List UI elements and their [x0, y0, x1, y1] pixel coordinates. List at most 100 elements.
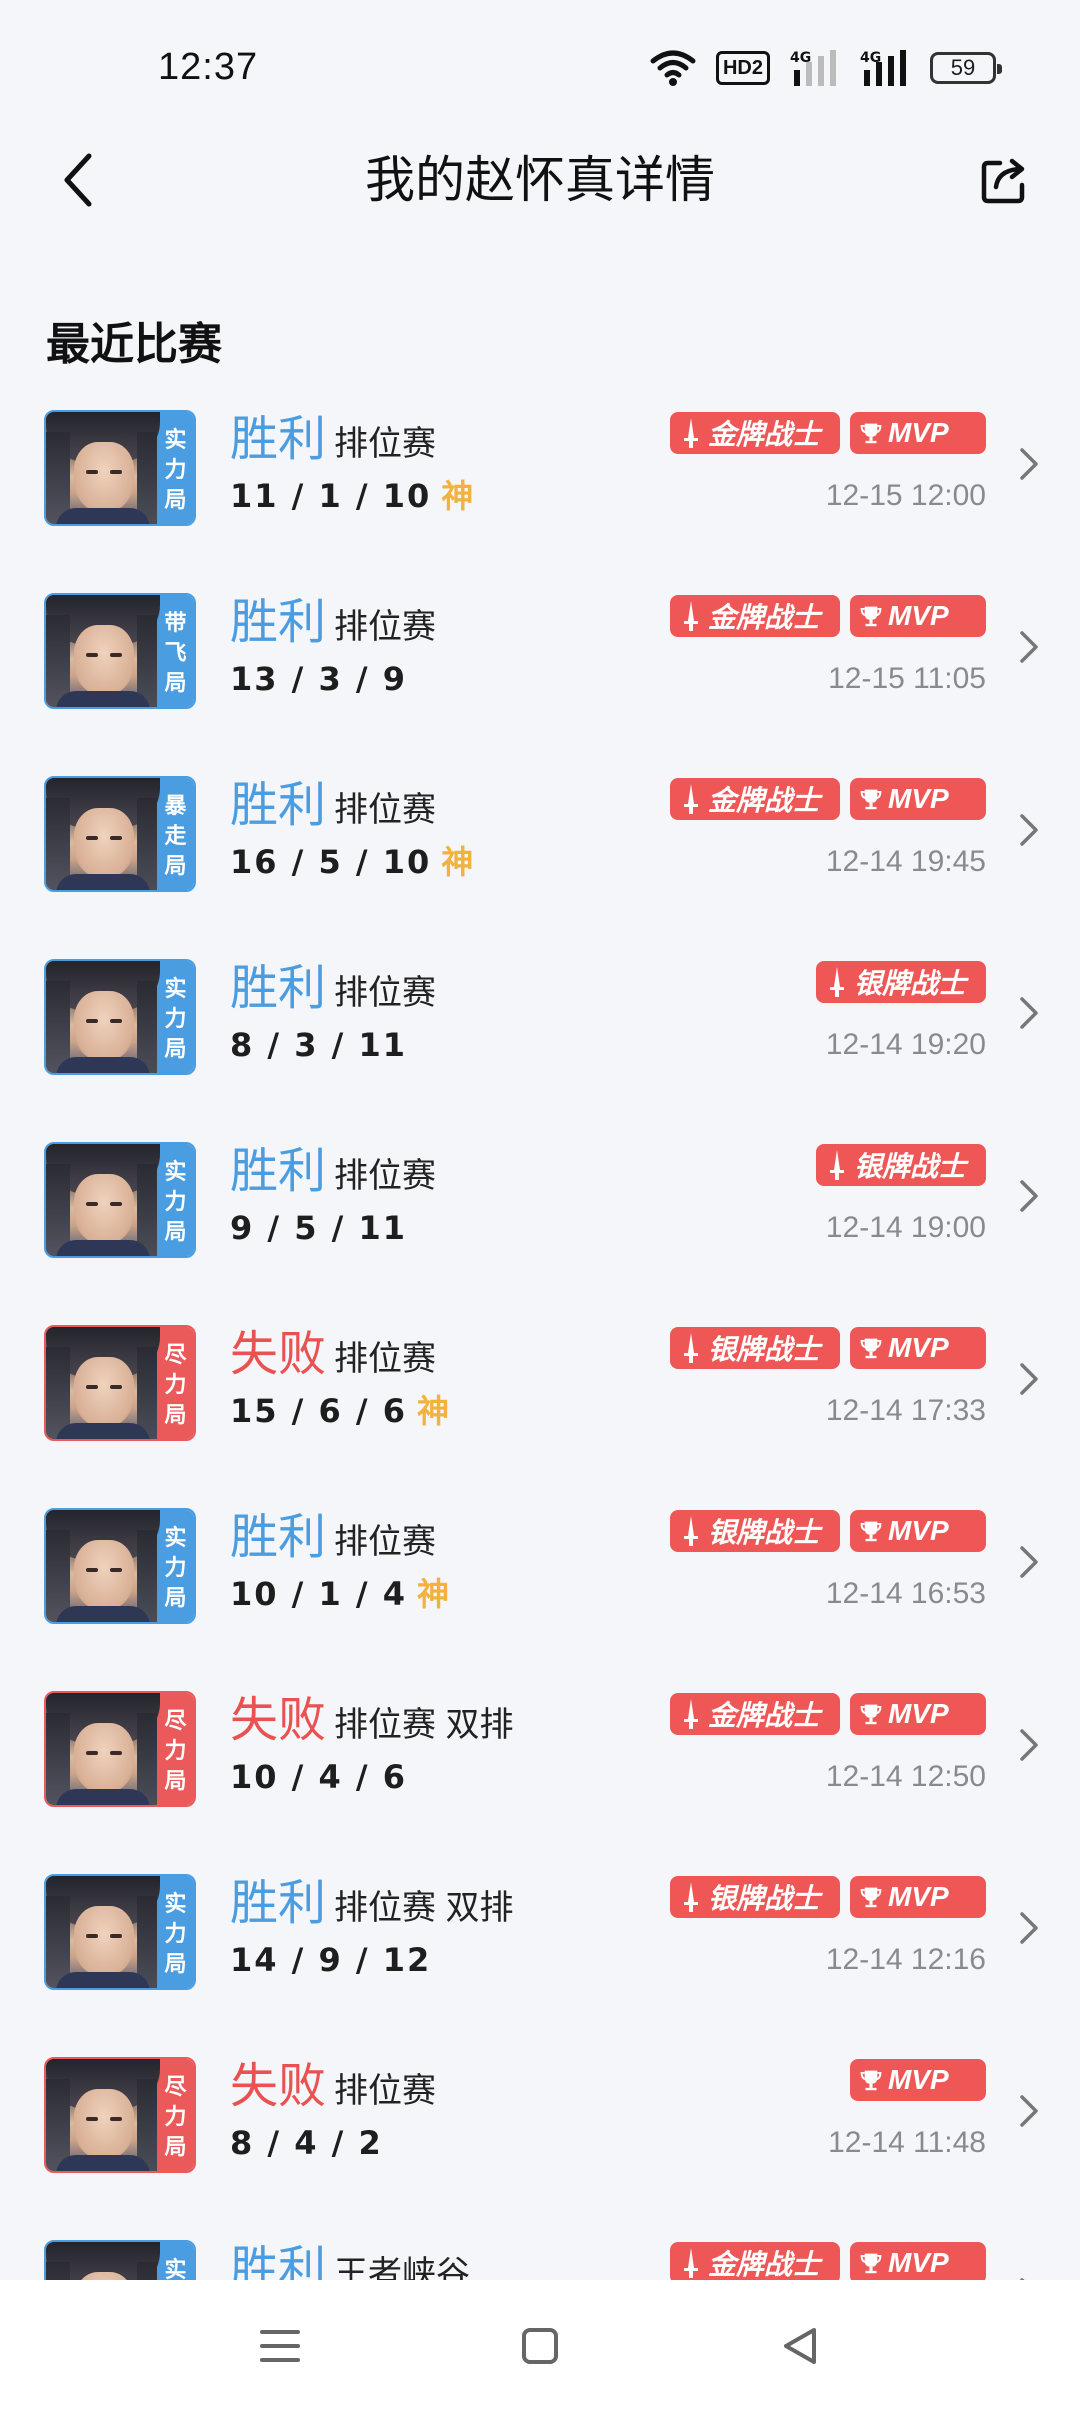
match-time: 12-14 17:33 — [825, 1394, 986, 1427]
match-kda: 8 / 3 / 11 — [230, 1025, 407, 1065]
match-row[interactable]: 实 力 局 胜利 排位赛 9 / 5 / 11 银牌战士 12-14 19:00 — [0, 1132, 1080, 1315]
match-time: 12-14 12:16 — [825, 1943, 986, 1976]
match-badges: 金牌战士 MVP — [670, 2242, 986, 2280]
match-row[interactable]: 实 力 局 胜利 排位赛 8 / 3 / 11 银牌战士 12-14 19:20 — [0, 949, 1080, 1132]
match-badges: 金牌战士 MVP — [670, 778, 986, 820]
kda-value: 8 / 3 / 11 — [230, 1026, 407, 1064]
mvp-badge: MVP — [850, 778, 986, 820]
kda-value: 13 / 3 / 9 — [230, 660, 407, 698]
match-tag-char: 力 — [164, 1921, 187, 1946]
match-tag-char: 局 — [164, 670, 187, 695]
match-row[interactable]: 暴 走 局 胜利 排位赛 16 / 5 / 10 神 金牌战士 MVP 12-14… — [0, 766, 1080, 949]
mvp-badge: MVP — [850, 1876, 986, 1918]
match-tag-char: 局 — [164, 1768, 187, 1793]
match-tag: 实 力 局 — [157, 1876, 194, 1988]
match-row[interactable]: 带 飞 局 胜利 排位赛 13 / 3 / 9 金牌战士 MVP 12-15 1… — [0, 583, 1080, 766]
match-time: 12-15 11:05 — [828, 662, 986, 695]
warrior-badge: 银牌战士 — [670, 1510, 840, 1552]
match-result: 胜利 — [230, 962, 327, 1015]
match-tag: 带 飞 局 — [157, 595, 194, 707]
warrior-badge: 金牌战士 — [670, 1693, 840, 1735]
chevron-right-icon[interactable] — [1014, 1359, 1044, 1399]
match-tag-char: 尽 — [164, 1342, 187, 1367]
chevron-right-icon[interactable] — [1014, 810, 1044, 850]
battery-icon: 59 — [930, 48, 1002, 88]
match-row[interactable]: 尽 力 局 失败 排位赛 双排 10 / 4 / 6 金牌战士 MVP 12-1… — [0, 1681, 1080, 1864]
trophy-icon — [860, 1697, 882, 1731]
match-result: 失败 — [230, 1694, 327, 1747]
kda-value: 9 / 5 / 11 — [230, 1209, 407, 1247]
match-row[interactable]: 实 力 局 胜利 王者峡谷 金牌战士 MVP — [0, 2230, 1080, 2280]
warrior-badge-label: 银牌战士 — [708, 1334, 821, 1365]
match-kda: 13 / 3 / 9 — [230, 659, 407, 699]
warrior-badge-label: 金牌战士 — [708, 1700, 821, 1731]
menu-button[interactable] — [240, 2306, 320, 2386]
match-row[interactable]: 尽 力 局 失败 排位赛 8 / 4 / 2 MVP 12-14 11:48 — [0, 2047, 1080, 2230]
trophy-icon — [860, 782, 882, 816]
warrior-badge: 银牌战士 — [816, 961, 986, 1003]
home-button[interactable] — [500, 2306, 580, 2386]
match-mode: 排位赛 双排 — [334, 1889, 514, 1927]
chevron-right-icon[interactable] — [1014, 1908, 1044, 1948]
god-badge: 神 — [441, 477, 474, 515]
chevron-right-icon[interactable] — [1014, 1725, 1044, 1765]
chevron-right-icon[interactable] — [1014, 2091, 1044, 2131]
match-time: 12-14 19:45 — [825, 845, 986, 878]
match-tag-char: 局 — [164, 1036, 187, 1061]
hero-portrait — [46, 2059, 160, 2171]
match-time: 12-14 19:20 — [825, 1028, 986, 1061]
match-kda: 8 / 4 / 2 — [230, 2123, 383, 2163]
warrior-badge: 金牌战士 — [670, 2242, 840, 2280]
mvp-badge-label: MVP — [888, 1332, 949, 1363]
hero-portrait — [46, 778, 160, 890]
match-mode: 王者峡谷 — [334, 2255, 470, 2280]
chevron-right-icon[interactable] — [1014, 627, 1044, 667]
wifi-icon — [650, 48, 696, 88]
chevron-right-icon[interactable] — [1014, 1542, 1044, 1582]
match-tag: 实 力 局 — [157, 1510, 194, 1622]
chevron-right-icon[interactable] — [1014, 1176, 1044, 1216]
hero-portrait — [46, 1510, 160, 1622]
hero-avatar: 带 飞 局 — [44, 593, 196, 709]
hero-avatar: 尽 力 局 — [44, 2057, 196, 2173]
match-row[interactable]: 尽 力 局 失败 排位赛 15 / 6 / 6 神 银牌战士 MVP 12-14 … — [0, 1315, 1080, 1498]
match-mode: 排位赛 — [334, 608, 436, 646]
warrior-badge-label: 金牌战士 — [708, 602, 821, 633]
match-tag-char: 力 — [164, 1555, 187, 1580]
match-mode: 排位赛 — [334, 791, 436, 829]
sword-icon — [680, 1514, 702, 1548]
match-tag-char: 实 — [164, 2257, 187, 2280]
match-row[interactable]: 实 力 局 胜利 排位赛 双排 14 / 9 / 12 银牌战士 MVP 12-… — [0, 1864, 1080, 2047]
warrior-badge-label: 银牌战士 — [708, 1883, 821, 1914]
match-row[interactable]: 实 力 局 胜利 排位赛 11 / 1 / 10 神 金牌战士 MVP 12-15… — [0, 400, 1080, 583]
warrior-badge: 银牌战士 — [816, 1144, 986, 1186]
hero-avatar: 实 力 局 — [44, 1508, 196, 1624]
menu-icon — [260, 2330, 300, 2362]
match-kda: 9 / 5 / 11 — [230, 1208, 407, 1248]
match-tag-char: 局 — [164, 853, 187, 878]
warrior-badge: 金牌战士 — [670, 412, 840, 454]
match-tag: 暴 走 局 — [157, 778, 194, 890]
warrior-badge-label: 银牌战士 — [708, 1517, 821, 1548]
match-tag-char: 局 — [164, 1585, 187, 1610]
match-result: 胜利 — [230, 1877, 327, 1930]
mvp-badge: MVP — [850, 412, 986, 454]
section-title: 最近比赛 — [46, 320, 222, 369]
chevron-right-icon[interactable] — [1014, 444, 1044, 484]
match-tag: 尽 力 局 — [157, 1327, 194, 1439]
match-badges: 银牌战士 — [816, 961, 986, 1003]
god-badge: 神 — [417, 1575, 450, 1613]
back-nav-button[interactable] — [760, 2306, 840, 2386]
match-mode: 排位赛 — [334, 1523, 436, 1561]
match-kda: 16 / 5 / 10 神 — [230, 842, 473, 882]
share-button[interactable] — [970, 142, 1040, 218]
mvp-badge-label: MVP — [888, 600, 949, 631]
chevron-right-icon[interactable] — [1014, 993, 1044, 1033]
hero-avatar: 实 力 局 — [44, 959, 196, 1075]
mvp-badge-label: MVP — [888, 2247, 949, 2278]
mvp-badge: MVP — [850, 2059, 986, 2101]
match-tag-char: 力 — [164, 457, 187, 482]
match-row[interactable]: 实 力 局 胜利 排位赛 10 / 1 / 4 神 银牌战士 MVP 12-14 … — [0, 1498, 1080, 1681]
match-tag-char: 局 — [164, 487, 187, 512]
trophy-icon — [860, 1514, 882, 1548]
